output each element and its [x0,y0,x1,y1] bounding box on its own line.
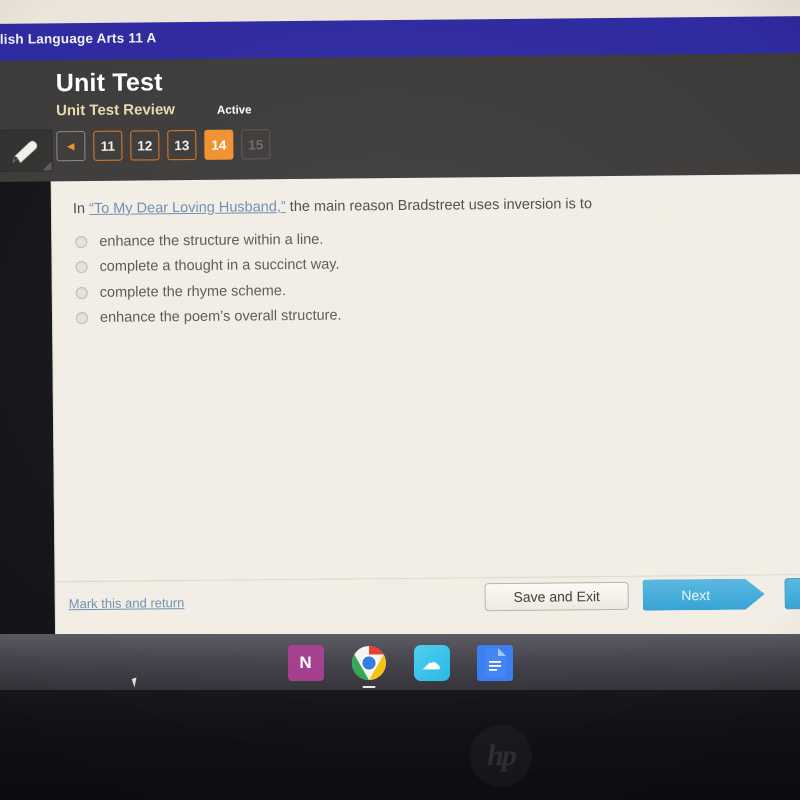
hp-logo: hp [470,725,532,787]
pager-item-12[interactable]: 12 [130,130,160,161]
radio-icon[interactable] [75,261,88,274]
question-panel: In “To My Dear Loving Husband,” the main… [50,174,800,644]
status-badge: Active [216,104,252,117]
pencil-tool-button[interactable] [0,129,53,172]
answer-options: enhance the structure within a line. com… [71,222,786,331]
browser-tab-title[interactable]: glish Language Arts 11 A [0,30,156,47]
pager-item-13[interactable]: 13 [167,129,197,161]
chrome-running-indicator [362,685,375,688]
chrome-glyph [351,646,386,680]
question-text: In “To My Dear Loving Husband,” the main… [73,193,785,219]
pager-item-14-current[interactable]: 14 [204,129,234,160]
onenote-glyph: N [299,653,312,672]
poem-title-link[interactable]: “To My Dear Loving Husband,” [89,199,286,217]
radio-icon[interactable] [75,312,89,325]
next-button[interactable]: Next [643,579,765,611]
answer-option-4[interactable]: enhance the poem’s overall structure. [72,299,786,331]
answer-option-label: complete the rhyme scheme. [99,282,287,301]
pager-item-15-disabled: 15 [241,129,271,160]
save-and-exit-button[interactable]: Save and Exit [484,581,629,612]
chrome-icon[interactable] [351,645,387,688]
onenote-icon[interactable]: N [287,645,324,681]
mark-this-and-return-link[interactable]: Mark this and return [69,595,185,611]
answer-option-label: complete a thought in a succinct way. [99,256,340,276]
onedrive-glyph: ☁ [422,652,441,673]
page-title: Unit Test [55,68,163,98]
answer-option-label: enhance the poem’s overall structure. [99,307,342,327]
taskbar-icon-row: N ☁ [0,640,800,688]
radio-icon[interactable] [75,286,88,299]
docs-glyph [484,648,506,677]
resize-corner [42,161,52,171]
laptop-screen: glish Language Arts 11 A Unit Test Unit … [0,0,800,644]
pager-item-11[interactable]: 11 [93,130,123,161]
offscreen-button[interactable] [784,577,800,610]
question-prefix: In [72,200,90,218]
assignment-subtitle: Unit Test Review [55,101,176,120]
laptop-bezel [0,690,800,800]
question-pager: ◀ 11 12 13 14 15 [56,129,271,162]
onedrive-icon[interactable]: ☁ [413,645,450,681]
pager-prev-button[interactable]: ◀ [56,131,86,162]
radio-icon[interactable] [75,235,88,248]
question-suffix: the main reason Bradstreet uses inversio… [285,196,593,216]
screenshot-root: hp glish Language Arts 11 A Unit Test Un… [0,0,800,800]
google-docs-icon[interactable] [476,645,513,681]
answer-option-label: enhance the structure within a line. [99,231,324,250]
pencil-icon [12,140,38,164]
